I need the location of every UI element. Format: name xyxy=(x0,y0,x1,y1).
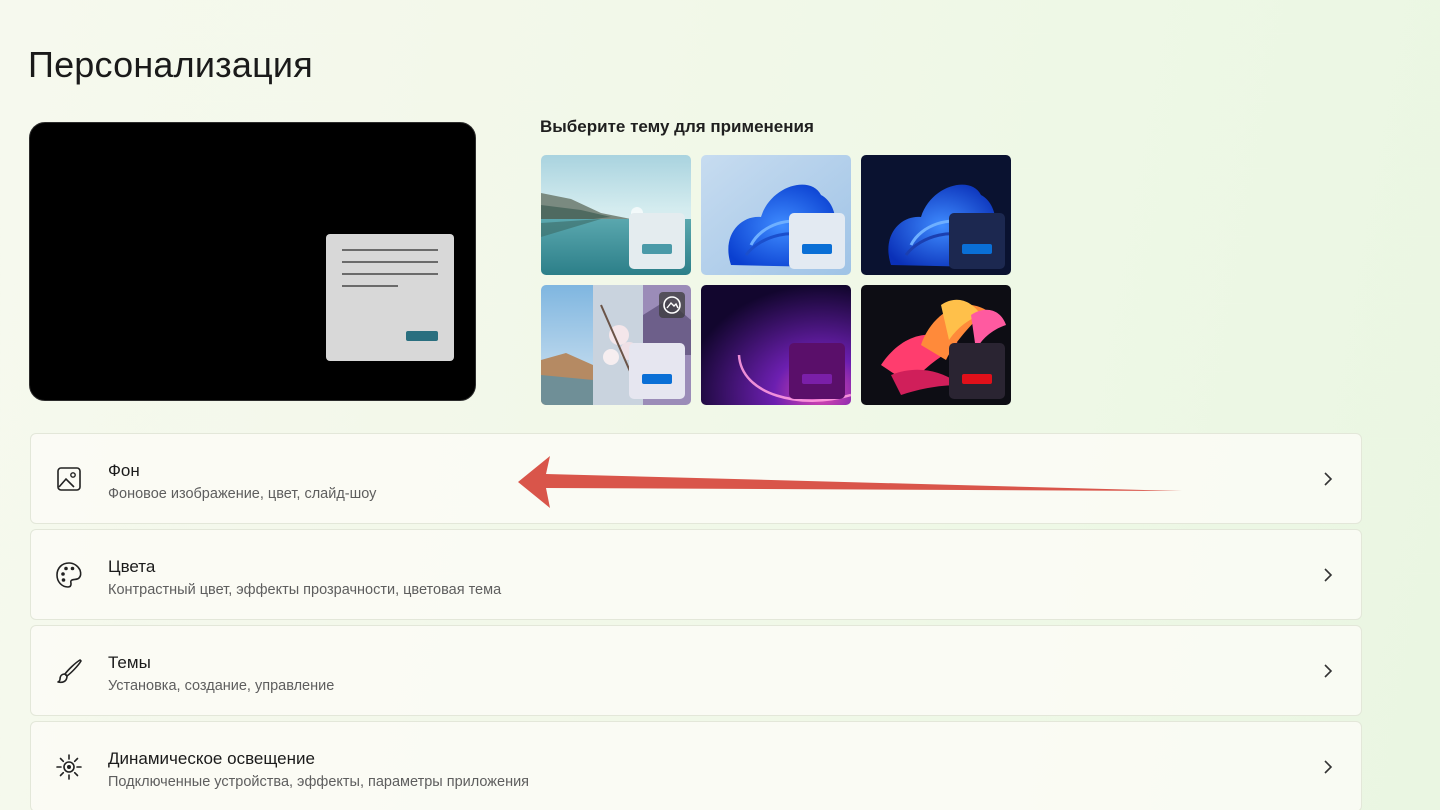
setting-title: Темы xyxy=(108,653,151,672)
theme-tile-bloom-dark[interactable] xyxy=(861,155,1011,275)
setting-subtitle: Контрастный цвет, эффекты прозрачности, … xyxy=(108,582,502,598)
setting-title: Фон xyxy=(108,461,140,480)
theme-tile-glow-purple[interactable] xyxy=(701,285,851,405)
preview-button xyxy=(406,331,438,341)
palette-icon xyxy=(53,559,85,591)
setting-subtitle: Установка, создание, управление xyxy=(108,678,335,694)
setting-subtitle: Фоновое изображение, цвет, слайд-шоу xyxy=(108,486,377,502)
theme-heading: Выберите тему для применения xyxy=(540,117,814,136)
setting-background[interactable]: Фон Фоновое изображение, цвет, слайд-шоу xyxy=(30,433,1362,524)
preview-window xyxy=(326,234,454,361)
theme-tile-bloom-light[interactable] xyxy=(701,155,851,275)
theme-preview xyxy=(29,122,476,401)
setting-title: Цвета xyxy=(108,557,156,576)
chevron-right-icon xyxy=(1324,664,1333,678)
chevron-right-icon xyxy=(1324,472,1333,486)
setting-themes[interactable]: Темы Установка, создание, управление xyxy=(30,625,1362,716)
chevron-right-icon xyxy=(1324,568,1333,582)
page-title: Персонализация xyxy=(28,44,313,85)
theme-tile-spotlight[interactable] xyxy=(541,285,691,405)
lighting-icon xyxy=(53,751,85,783)
setting-subtitle: Подключенные устройства, эффекты, параме… xyxy=(108,774,530,790)
brush-icon xyxy=(53,655,85,687)
setting-colors[interactable]: Цвета Контрастный цвет, эффекты прозрачн… xyxy=(30,529,1362,620)
setting-dynamic-lighting[interactable]: Динамическое освещение Подключенные устр… xyxy=(30,721,1362,810)
slideshow-icon xyxy=(659,292,685,318)
theme-grid xyxy=(541,155,1013,407)
image-icon xyxy=(53,463,85,495)
setting-title: Динамическое освещение xyxy=(108,749,315,768)
theme-tile-flow-red[interactable] xyxy=(861,285,1011,405)
chevron-right-icon xyxy=(1324,760,1333,774)
theme-tile-glow-lake[interactable] xyxy=(541,155,691,275)
